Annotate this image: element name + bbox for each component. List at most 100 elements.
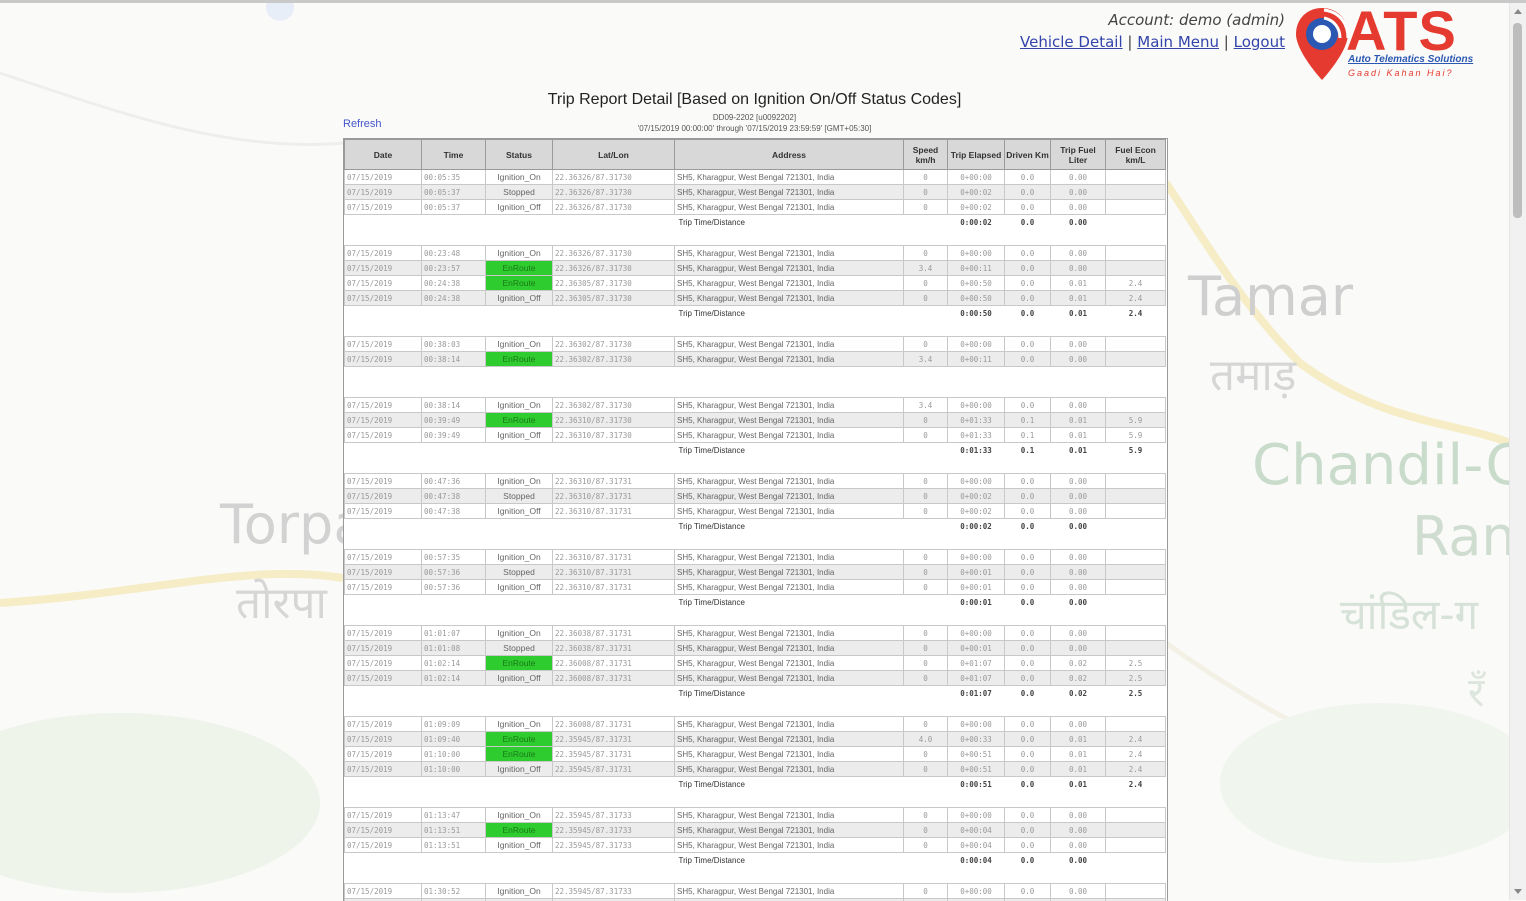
fuel-econ-cell [1106, 580, 1166, 595]
speed-cell: 0 [904, 717, 948, 732]
fuel-econ-cell [1106, 398, 1166, 413]
address-cell: SH5, Kharagpur, West Bengal 721301, Indi… [675, 656, 904, 671]
table-row: 07/15/201900:38:03Ignition_On22.36302/87… [345, 337, 1166, 352]
summary-km: 0.0 [1005, 306, 1051, 322]
summary-fuel: 0.01 [1051, 443, 1106, 459]
address-cell: SH5, Kharagpur, West Bengal 721301, Indi… [675, 641, 904, 656]
scroll-down-icon[interactable] [1514, 889, 1522, 894]
latlon-cell: 22.36305/87.31730 [553, 291, 675, 306]
driven-km-cell: 0.0 [1005, 580, 1051, 595]
trip-fuel-cell: 0.00 [1051, 717, 1106, 732]
summary-km: 0.0 [1005, 215, 1051, 231]
speed-cell: 0 [904, 474, 948, 489]
summary-label: Trip Time/Distance [675, 777, 948, 793]
trip-summary-row: Trip Time/Distance0:00:020.00.00 [345, 215, 1166, 231]
status-cell: EnRoute [486, 732, 553, 747]
latlon-cell: 22.36008/87.31731 [553, 671, 675, 686]
logout-link[interactable]: Logout [1234, 33, 1285, 51]
summary-econ [1106, 595, 1166, 611]
date-cell: 07/15/2019 [345, 717, 422, 732]
trip-fuel-cell: 0.00 [1051, 474, 1106, 489]
trip-fuel-cell: 0.00 [1051, 352, 1106, 367]
logo-tagline: Auto Telematics Solutions [1348, 54, 1473, 65]
status-cell: Ignition_Off [486, 291, 553, 306]
address-cell: SH5, Kharagpur, West Bengal 721301, Indi… [675, 580, 904, 595]
status-cell: Stopped [486, 185, 553, 200]
elapsed-cell: 0+01:33 [948, 428, 1005, 443]
map-label-chandil-hindi: चांडिल-ग [1340, 585, 1478, 642]
date-cell: 07/15/2019 [345, 747, 422, 762]
summary-econ: 5.9 [1106, 443, 1166, 459]
status-cell: EnRoute [486, 413, 553, 428]
trip-summary-row: Trip Time/Distance0:00:020.00.00 [345, 519, 1166, 535]
time-cell: 01:09:09 [422, 717, 486, 732]
trip-fuel-cell: 0.00 [1051, 550, 1106, 565]
trip-fuel-cell: 0.00 [1051, 626, 1106, 641]
report-title: Trip Report Detail [Based on Ignition On… [343, 91, 1166, 109]
time-cell: 01:01:07 [422, 626, 486, 641]
summary-spacer [345, 595, 675, 611]
latlon-cell: 22.36310/87.31731 [553, 580, 675, 595]
vehicle-detail-link[interactable]: Vehicle Detail [1020, 33, 1123, 51]
summary-label: Trip Time/Distance [675, 306, 948, 322]
table-row: 07/15/201901:13:51EnRoute22.35945/87.317… [345, 823, 1166, 838]
elapsed-cell: 0+00:04 [948, 823, 1005, 838]
trip-fuel-cell: 0.00 [1051, 565, 1106, 580]
driven-km-cell: 0.0 [1005, 398, 1051, 413]
driven-km-cell: 0.0 [1005, 565, 1051, 580]
table-row: 07/15/201901:30:52Ignition_On22.35945/87… [345, 884, 1166, 899]
trip-fuel-cell: 0.01 [1051, 762, 1106, 777]
status-cell: Ignition_On [486, 550, 553, 565]
main-menu-link[interactable]: Main Menu [1137, 33, 1219, 51]
table-row: 07/15/201900:38:14Ignition_On22.36302/87… [345, 398, 1166, 413]
elapsed-cell: 0+00:00 [948, 337, 1005, 352]
speed-cell: 0 [904, 580, 948, 595]
fuel-econ-cell: 2.5 [1106, 671, 1166, 686]
account-text: Account: demo (admin) [1108, 11, 1285, 29]
trip-gap-row [345, 868, 1166, 884]
column-header: Date [345, 140, 422, 170]
table-row: 07/15/201900:39:49Ignition_Off22.36310/8… [345, 428, 1166, 443]
latlon-cell: 22.36310/87.31730 [553, 428, 675, 443]
summary-spacer [345, 853, 675, 869]
trip-gap-row [345, 321, 1166, 337]
latlon-cell: 22.36326/87.31730 [553, 246, 675, 261]
trip-table-body: 07/15/201900:05:35Ignition_On22.36326/87… [345, 170, 1166, 901]
trip-gap-row [345, 458, 1166, 474]
address-cell: SH5, Kharagpur, West Bengal 721301, Indi… [675, 185, 904, 200]
address-cell: SH5, Kharagpur, West Bengal 721301, Indi… [675, 398, 904, 413]
latlon-cell: 22.36008/87.31731 [553, 656, 675, 671]
trip-fuel-cell: 0.00 [1051, 170, 1106, 185]
refresh-link[interactable]: Refresh [343, 118, 382, 130]
address-cell: SH5, Kharagpur, West Bengal 721301, Indi… [675, 732, 904, 747]
status-cell: Ignition_Off [486, 428, 553, 443]
elapsed-cell: 0+00:51 [948, 747, 1005, 762]
driven-km-cell: 0.0 [1005, 185, 1051, 200]
summary-spacer [345, 306, 675, 322]
latlon-cell: 22.36038/87.31731 [553, 641, 675, 656]
elapsed-cell: 0+00:00 [948, 550, 1005, 565]
column-header: Fuel Econ km/L [1106, 140, 1166, 170]
date-cell: 07/15/2019 [345, 428, 422, 443]
address-cell: SH5, Kharagpur, West Bengal 721301, Indi… [675, 413, 904, 428]
page-scrollbar[interactable] [1509, 3, 1526, 900]
trip-table: DateTimeStatusLat/LonAddressSpeed km/hTr… [344, 139, 1166, 901]
trip-fuel-cell: 0.00 [1051, 823, 1106, 838]
summary-label: Trip Time/Distance [675, 519, 948, 535]
status-cell: EnRoute [486, 656, 553, 671]
ats-logo: ATS Auto Telematics Solutions Gaadi Kaha… [1294, 4, 1504, 84]
column-header: Status [486, 140, 553, 170]
scroll-up-icon[interactable] [1514, 9, 1522, 14]
address-cell: SH5, Kharagpur, West Bengal 721301, Indi… [675, 276, 904, 291]
summary-elapsed: 0:00:51 [948, 777, 1005, 793]
summary-elapsed: 0:01:33 [948, 443, 1005, 459]
trip-fuel-cell: 0.01 [1051, 291, 1106, 306]
summary-spacer [345, 443, 675, 459]
scroll-thumb[interactable] [1513, 23, 1522, 218]
driven-km-cell: 0.0 [1005, 550, 1051, 565]
latlon-cell: 22.36302/87.31730 [553, 398, 675, 413]
fuel-econ-cell [1106, 717, 1166, 732]
summary-fuel: 0.02 [1051, 686, 1106, 702]
latlon-cell: 22.36008/87.31731 [553, 717, 675, 732]
nav-separator: | [1224, 33, 1229, 51]
